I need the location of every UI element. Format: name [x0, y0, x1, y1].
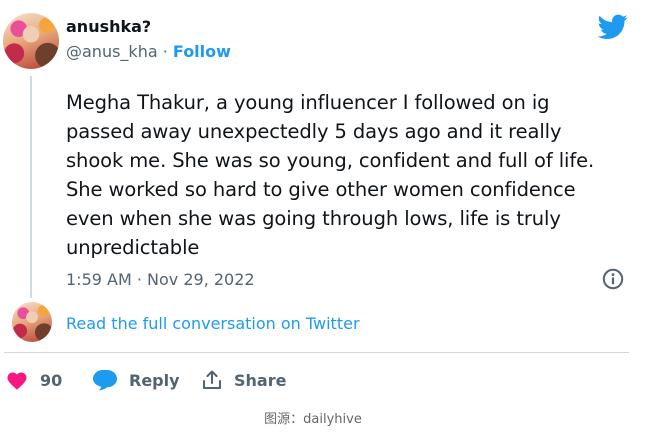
twitter-bird-icon[interactable]	[598, 14, 628, 40]
follow-button[interactable]: Follow	[173, 42, 231, 61]
tweet-timestamp[interactable]: 1:59 AM · Nov 29, 2022	[66, 270, 255, 289]
author-handle[interactable]: @anus_kha	[66, 42, 158, 61]
like-button[interactable]: 90	[6, 366, 62, 394]
author-display-name[interactable]: anushka?	[66, 17, 151, 36]
like-count: 90	[40, 370, 63, 390]
reader-avatar[interactable]	[12, 302, 52, 342]
info-icon[interactable]	[601, 267, 625, 291]
thread-line	[30, 76, 32, 298]
handle-separator: ·	[157, 42, 173, 61]
tweet-actions-bar: 90 Reply Share	[4, 366, 624, 394]
share-label: Share	[234, 370, 287, 390]
read-full-conversation-link[interactable]: Read the full conversation on Twitter	[66, 314, 360, 333]
share-upload-icon	[203, 370, 221, 389]
author-handle-row: @anus_kha · Follow	[66, 42, 231, 61]
author-avatar[interactable]	[3, 13, 59, 69]
share-button[interactable]: Share	[202, 366, 286, 394]
tweet-body-text: Megha Thakur, a young influencer I follo…	[66, 91, 595, 259]
heart-icon	[7, 372, 27, 390]
image-source-caption: 图源：dailyhive	[264, 412, 362, 427]
reply-button[interactable]: Reply	[92, 366, 180, 394]
speech-bubble-icon	[93, 370, 117, 391]
divider	[4, 352, 629, 353]
tweet-embed-card: anushka? @anus_kha · Follow Megha Thakur…	[0, 0, 640, 400]
reply-label: Reply	[129, 370, 180, 390]
